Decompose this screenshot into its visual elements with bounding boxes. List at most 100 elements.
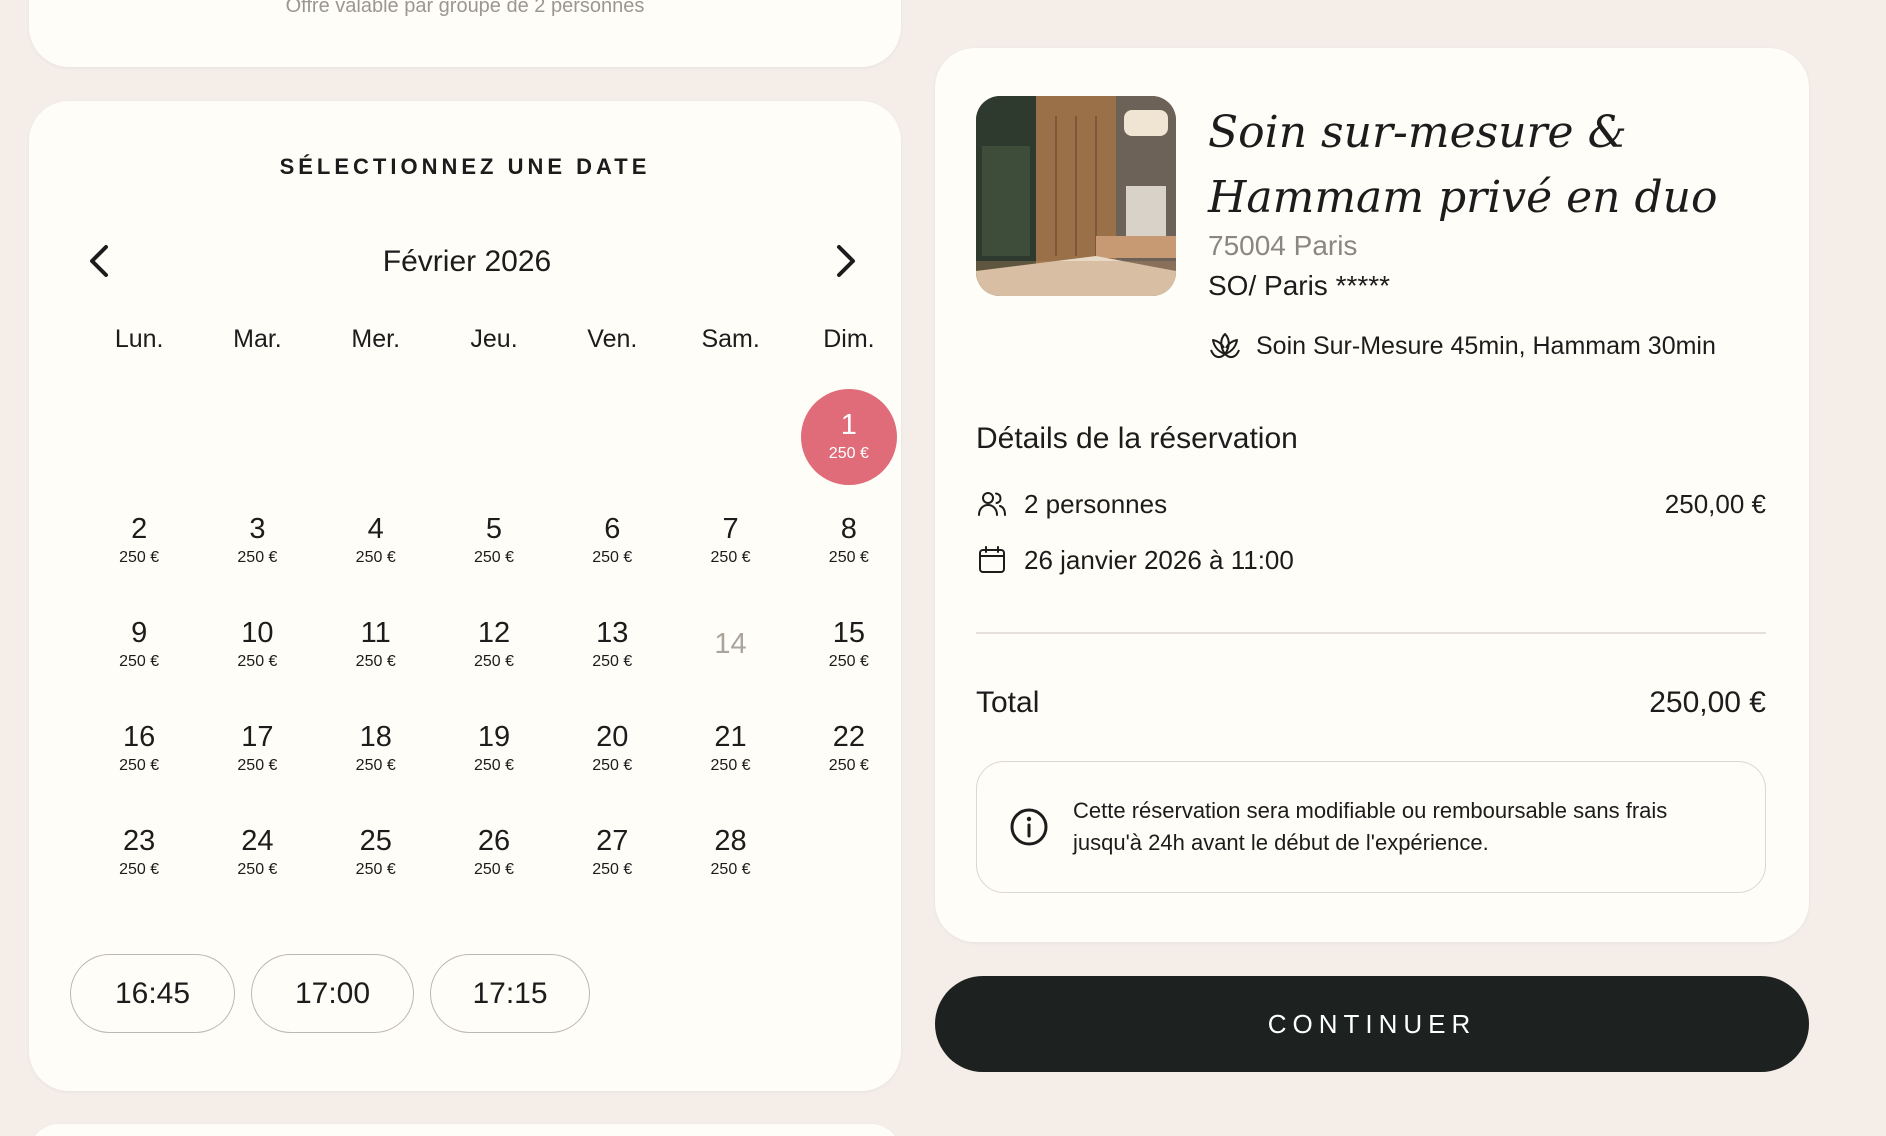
day-number: 28 [714, 825, 747, 857]
experience-title: Soin sur-mesure & Hammam privé en duo [1208, 107, 1718, 223]
calendar-day[interactable]: 7 250 € [671, 489, 789, 593]
weekday-label: Sam. [701, 325, 760, 353]
calendar-day[interactable]: 20 250 € [553, 697, 671, 801]
calendar-day[interactable]: 19 250 € [435, 697, 553, 801]
calendar-week: 1 250 € [80, 385, 908, 489]
lotus-icon [1210, 333, 1240, 359]
day-price: 250 € [592, 757, 633, 774]
calendar-day[interactable]: 8 250 € [790, 489, 908, 593]
calendar-day[interactable]: 24 250 € [198, 801, 316, 905]
total-row: Total 250,00 € [976, 686, 1766, 720]
calendar-week: 2 250 € 3 250 € 4 250 € 5 250 € 6 250 € 7 250 … [80, 489, 908, 593]
calendar-empty-cell [80, 385, 198, 489]
day-price: 250 € [710, 861, 751, 878]
day-number: 25 [359, 825, 392, 857]
experience-address: 75004 Paris [1208, 230, 1358, 261]
calendar-day[interactable]: 2 250 € [80, 489, 198, 593]
day-number: 17 [241, 721, 274, 753]
next-section-card [29, 1124, 901, 1136]
time-slot-list: 16:45 17:00 17:15 [70, 954, 590, 1033]
day-number: 4 [367, 513, 384, 545]
calendar-day-selected[interactable]: 1 250 € [790, 385, 908, 489]
day-price: 250 € [355, 653, 396, 670]
next-month-button[interactable] [826, 241, 866, 281]
calendar-empty-cell [317, 385, 435, 489]
day-price: 250 € [237, 653, 278, 670]
day-price: 250 € [710, 757, 751, 774]
day-price: 250 € [119, 653, 160, 670]
day-price: 250 € [355, 549, 396, 566]
weekday-label: Mar. [233, 325, 282, 353]
calendar-day[interactable]: 22 250 € [790, 697, 908, 801]
day-number: 26 [477, 825, 511, 857]
reservation-details-title: Détails de la réservation [976, 422, 1298, 455]
day-price: 250 € [237, 861, 278, 878]
day-number: 10 [241, 617, 274, 649]
experience-venue: SO/ Paris ***** [1208, 270, 1391, 301]
chevron-right-icon [837, 245, 855, 277]
calendar-day[interactable]: 16 250 € [80, 697, 198, 801]
offer-note: Offre valable par groupe de 2 personnes [285, 0, 645, 17]
day-price: 250 € [355, 757, 396, 774]
guests-row: 2 personnes 250,00 € [976, 488, 1766, 520]
calendar-day[interactable]: 12 250 € [435, 593, 553, 697]
day-price: 250 € [473, 861, 514, 878]
day-number: 8 [840, 513, 857, 545]
day-price: 250 € [473, 653, 514, 670]
experience-services: Soin Sur-Mesure 45min, Hammam 30min [1208, 330, 1716, 362]
day-price: 250 € [592, 549, 633, 566]
day-price: 250 € [119, 757, 160, 774]
day-price: 250 € [119, 861, 160, 878]
day-price: 250 € [828, 445, 869, 462]
calendar-day[interactable]: 10 250 € [198, 593, 316, 697]
guests-price: 250,00 € [1664, 488, 1766, 519]
day-number: 16 [123, 721, 156, 753]
date-row: 26 janvier 2026 à 11:00 [976, 544, 1766, 576]
reservation-date: 26 janvier 2026 à 11:00 [1024, 544, 1294, 575]
weekday-label: Lun. [114, 325, 164, 353]
day-number: 9 [131, 617, 148, 649]
day-number: 22 [832, 721, 865, 753]
weekday-label: Jeu. [470, 325, 518, 353]
day-number: 6 [604, 513, 621, 545]
time-slot-button[interactable]: 17:00 [251, 954, 414, 1033]
calendar-day[interactable]: 15 250 € [790, 593, 908, 697]
day-number: 2 [131, 513, 148, 545]
calendar-day[interactable]: 23 250 € [80, 801, 198, 905]
calendar-empty-cell [435, 385, 553, 489]
calendar-day[interactable]: 11 250 € [317, 593, 435, 697]
weekday-label: Ven. [587, 325, 638, 353]
calendar-day[interactable]: 25 250 € [317, 801, 435, 905]
info-icon [1009, 807, 1049, 847]
calendar-day[interactable]: 6 250 € [553, 489, 671, 593]
continue-button[interactable]: CONTINUER [935, 976, 1809, 1072]
calendar-day[interactable]: 3 250 € [198, 489, 316, 593]
weekday-header: Lun. Mar. Mer. Jeu. Ven. Sam. Dim. [80, 325, 908, 354]
weekday-label: Dim. [823, 325, 875, 353]
calendar-empty-cell [671, 385, 789, 489]
calendar-week: 23 250 € 24 250 € 25 250 € 26 250 € 27 250 € … [80, 801, 908, 905]
time-slot-button[interactable]: 16:45 [70, 954, 235, 1033]
day-price: 250 € [473, 549, 514, 566]
calendar-day[interactable]: 28 250 € [671, 801, 789, 905]
day-number: 24 [241, 825, 274, 857]
day-price: 250 € [592, 861, 633, 878]
day-price: 250 € [237, 549, 278, 566]
calendar-day[interactable]: 17 250 € [198, 697, 316, 801]
time-slot-button[interactable]: 17:15 [430, 954, 590, 1033]
calendar-day[interactable]: 9 250 € [80, 593, 198, 697]
day-number: 7 [722, 513, 739, 545]
calendar-day[interactable]: 27 250 € [553, 801, 671, 905]
cancellation-info-text: Cette réservation sera modifiable ou rem… [1073, 798, 1668, 855]
day-number: 1 [840, 409, 857, 441]
calendar-day[interactable]: 5 250 € [435, 489, 553, 593]
calendar-day[interactable]: 18 250 € [317, 697, 435, 801]
calendar-day[interactable]: 26 250 € [435, 801, 553, 905]
calendar-day[interactable]: 13 250 € [553, 593, 671, 697]
calendar-day[interactable]: 4 250 € [317, 489, 435, 593]
guests-count: 2 personnes [1024, 488, 1168, 519]
calendar-day[interactable]: 21 250 € [671, 697, 789, 801]
day-number: 20 [596, 721, 629, 753]
users-icon [976, 488, 1008, 520]
divider [976, 632, 1766, 634]
